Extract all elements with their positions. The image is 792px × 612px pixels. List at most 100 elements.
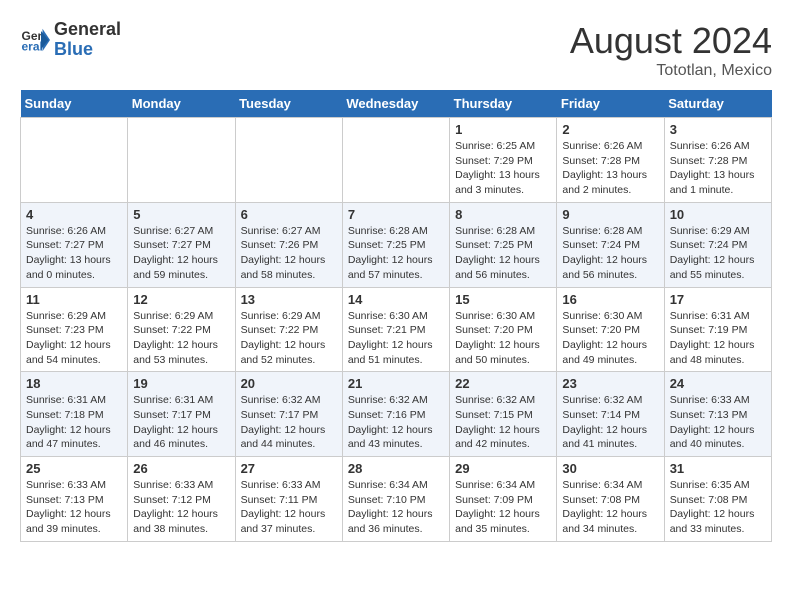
calendar-week-row: 18 Sunrise: 6:31 AM Sunset: 7:18 PM Dayli… bbox=[21, 372, 772, 457]
day-info: Sunrise: 6:33 AM Sunset: 7:11 PM Dayligh… bbox=[241, 478, 337, 537]
logo: Gen eral General Blue bbox=[20, 20, 121, 60]
day-number: 4 bbox=[26, 207, 122, 222]
calendar-cell: 11Sunrise: 6:29 AM Sunset: 7:23 PM Dayli… bbox=[21, 287, 128, 372]
day-info: Sunrise: 6:30 AM Sunset: 7:20 PM Dayligh… bbox=[455, 309, 551, 368]
calendar-cell: 4Sunrise: 6:26 AM Sunset: 7:27 PM Daylig… bbox=[21, 202, 128, 287]
day-number: 6 bbox=[241, 207, 337, 222]
calendar-cell: 30Sunrise: 6:34 AM Sunset: 7:08 PM Dayli… bbox=[557, 457, 664, 542]
day-info: Sunrise: 6:32 AM Sunset: 7:17 PM Dayligh… bbox=[241, 393, 337, 452]
location: Tototlan, Mexico bbox=[570, 62, 772, 80]
calendar-cell: 26 Sunrise: 6:33 AM Sunset: 7:12 PM Dayli… bbox=[128, 457, 235, 542]
calendar-cell: 20 Sunrise: 6:32 AM Sunset: 7:17 PM Dayli… bbox=[235, 372, 342, 457]
day-number: 23 bbox=[562, 376, 658, 391]
day-info: Sunrise: 6:34 AM Sunset: 7:10 PM Dayligh… bbox=[348, 478, 444, 537]
day-number: 25 bbox=[26, 461, 122, 476]
calendar-cell: 9 Sunrise: 6:28 AM Sunset: 7:24 PM Daylig… bbox=[557, 202, 664, 287]
day-info: Sunrise: 6:34 AM Sunset: 7:08 PM Dayligh… bbox=[562, 478, 658, 537]
day-number: 28 bbox=[348, 461, 444, 476]
calendar-cell: 14 Sunrise: 6:30 AM Sunset: 7:21 PM Dayli… bbox=[342, 287, 449, 372]
calendar-cell bbox=[235, 118, 342, 203]
svg-text:eral: eral bbox=[22, 39, 43, 53]
calendar-cell: 18 Sunrise: 6:31 AM Sunset: 7:18 PM Dayli… bbox=[21, 372, 128, 457]
column-header-friday: Friday bbox=[557, 90, 664, 118]
day-number: 14 bbox=[348, 292, 444, 307]
day-info: Sunrise: 6:32 AM Sunset: 7:14 PM Dayligh… bbox=[562, 393, 658, 452]
day-number: 21 bbox=[348, 376, 444, 391]
day-number: 22 bbox=[455, 376, 551, 391]
day-info: Sunrise: 6:29 AM Sunset: 7:24 PM Dayligh… bbox=[670, 224, 766, 283]
column-header-tuesday: Tuesday bbox=[235, 90, 342, 118]
calendar-cell: 1 Sunrise: 6:25 AM Sunset: 7:29 PM Daylig… bbox=[450, 118, 557, 203]
calendar-cell: 15 Sunrise: 6:30 AM Sunset: 7:20 PM Dayli… bbox=[450, 287, 557, 372]
calendar-cell: 13 Sunrise: 6:29 AM Sunset: 7:22 PM Dayli… bbox=[235, 287, 342, 372]
day-info: Sunrise: 6:34 AM Sunset: 7:09 PM Dayligh… bbox=[455, 478, 551, 537]
calendar-week-row: 11Sunrise: 6:29 AM Sunset: 7:23 PM Dayli… bbox=[21, 287, 772, 372]
day-number: 15 bbox=[455, 292, 551, 307]
day-number: 11 bbox=[26, 292, 122, 307]
day-number: 3 bbox=[670, 122, 766, 137]
day-number: 18 bbox=[26, 376, 122, 391]
column-header-sunday: Sunday bbox=[21, 90, 128, 118]
day-number: 8 bbox=[455, 207, 551, 222]
day-number: 27 bbox=[241, 461, 337, 476]
day-number: 1 bbox=[455, 122, 551, 137]
day-info: Sunrise: 6:32 AM Sunset: 7:15 PM Dayligh… bbox=[455, 393, 551, 452]
day-info: Sunrise: 6:31 AM Sunset: 7:18 PM Dayligh… bbox=[26, 393, 122, 452]
column-header-thursday: Thursday bbox=[450, 90, 557, 118]
day-info: Sunrise: 6:31 AM Sunset: 7:17 PM Dayligh… bbox=[133, 393, 229, 452]
calendar-cell: 10 Sunrise: 6:29 AM Sunset: 7:24 PM Dayli… bbox=[664, 202, 771, 287]
day-number: 2 bbox=[562, 122, 658, 137]
calendar-cell: 28 Sunrise: 6:34 AM Sunset: 7:10 PM Dayli… bbox=[342, 457, 449, 542]
day-info: Sunrise: 6:30 AM Sunset: 7:21 PM Dayligh… bbox=[348, 309, 444, 368]
day-number: 26 bbox=[133, 461, 229, 476]
month-title: August 2024 bbox=[570, 20, 772, 62]
calendar-cell: 22 Sunrise: 6:32 AM Sunset: 7:15 PM Dayli… bbox=[450, 372, 557, 457]
calendar-cell: 12 Sunrise: 6:29 AM Sunset: 7:22 PM Dayli… bbox=[128, 287, 235, 372]
calendar-table: SundayMondayTuesdayWednesdayThursdayFrid… bbox=[20, 90, 772, 542]
day-info: Sunrise: 6:33 AM Sunset: 7:12 PM Dayligh… bbox=[133, 478, 229, 537]
day-number: 19 bbox=[133, 376, 229, 391]
day-info: Sunrise: 6:28 AM Sunset: 7:24 PM Dayligh… bbox=[562, 224, 658, 283]
day-number: 31 bbox=[670, 461, 766, 476]
day-info: Sunrise: 6:33 AM Sunset: 7:13 PM Dayligh… bbox=[26, 478, 122, 537]
day-info: Sunrise: 6:31 AM Sunset: 7:19 PM Dayligh… bbox=[670, 309, 766, 368]
column-header-monday: Monday bbox=[128, 90, 235, 118]
logo-icon: Gen eral bbox=[20, 25, 50, 55]
day-number: 16 bbox=[562, 292, 658, 307]
day-info: Sunrise: 6:26 AM Sunset: 7:28 PM Dayligh… bbox=[562, 139, 658, 198]
calendar-cell: 2 Sunrise: 6:26 AM Sunset: 7:28 PM Daylig… bbox=[557, 118, 664, 203]
day-number: 5 bbox=[133, 207, 229, 222]
day-info: Sunrise: 6:29 AM Sunset: 7:22 PM Dayligh… bbox=[133, 309, 229, 368]
day-number: 13 bbox=[241, 292, 337, 307]
calendar-cell: 17Sunrise: 6:31 AM Sunset: 7:19 PM Dayli… bbox=[664, 287, 771, 372]
calendar-cell bbox=[342, 118, 449, 203]
calendar-cell: 27 Sunrise: 6:33 AM Sunset: 7:11 PM Dayli… bbox=[235, 457, 342, 542]
logo-blue: Blue bbox=[54, 40, 121, 60]
logo-text: General Blue bbox=[54, 20, 121, 60]
calendar-cell: 5Sunrise: 6:27 AM Sunset: 7:27 PM Daylig… bbox=[128, 202, 235, 287]
calendar-cell: 31 Sunrise: 6:35 AM Sunset: 7:08 PM Dayli… bbox=[664, 457, 771, 542]
calendar-cell: 23 Sunrise: 6:32 AM Sunset: 7:14 PM Dayli… bbox=[557, 372, 664, 457]
calendar-cell: 8 Sunrise: 6:28 AM Sunset: 7:25 PM Daylig… bbox=[450, 202, 557, 287]
day-info: Sunrise: 6:32 AM Sunset: 7:16 PM Dayligh… bbox=[348, 393, 444, 452]
calendar-cell: 19 Sunrise: 6:31 AM Sunset: 7:17 PM Dayli… bbox=[128, 372, 235, 457]
calendar-cell: 7Sunrise: 6:28 AM Sunset: 7:25 PM Daylig… bbox=[342, 202, 449, 287]
calendar-cell: 3 Sunrise: 6:26 AM Sunset: 7:28 PM Daylig… bbox=[664, 118, 771, 203]
day-info: Sunrise: 6:33 AM Sunset: 7:13 PM Dayligh… bbox=[670, 393, 766, 452]
day-info: Sunrise: 6:35 AM Sunset: 7:08 PM Dayligh… bbox=[670, 478, 766, 537]
calendar-week-row: 1 Sunrise: 6:25 AM Sunset: 7:29 PM Daylig… bbox=[21, 118, 772, 203]
day-number: 12 bbox=[133, 292, 229, 307]
day-info: Sunrise: 6:26 AM Sunset: 7:28 PM Dayligh… bbox=[670, 139, 766, 198]
day-number: 9 bbox=[562, 207, 658, 222]
calendar-cell bbox=[21, 118, 128, 203]
calendar-cell: 21 Sunrise: 6:32 AM Sunset: 7:16 PM Dayli… bbox=[342, 372, 449, 457]
calendar-cell: 6Sunrise: 6:27 AM Sunset: 7:26 PM Daylig… bbox=[235, 202, 342, 287]
day-info: Sunrise: 6:25 AM Sunset: 7:29 PM Dayligh… bbox=[455, 139, 551, 198]
day-info: Sunrise: 6:30 AM Sunset: 7:20 PM Dayligh… bbox=[562, 309, 658, 368]
day-info: Sunrise: 6:29 AM Sunset: 7:22 PM Dayligh… bbox=[241, 309, 337, 368]
day-number: 10 bbox=[670, 207, 766, 222]
column-header-wednesday: Wednesday bbox=[342, 90, 449, 118]
day-info: Sunrise: 6:28 AM Sunset: 7:25 PM Dayligh… bbox=[455, 224, 551, 283]
day-number: 20 bbox=[241, 376, 337, 391]
day-number: 7 bbox=[348, 207, 444, 222]
